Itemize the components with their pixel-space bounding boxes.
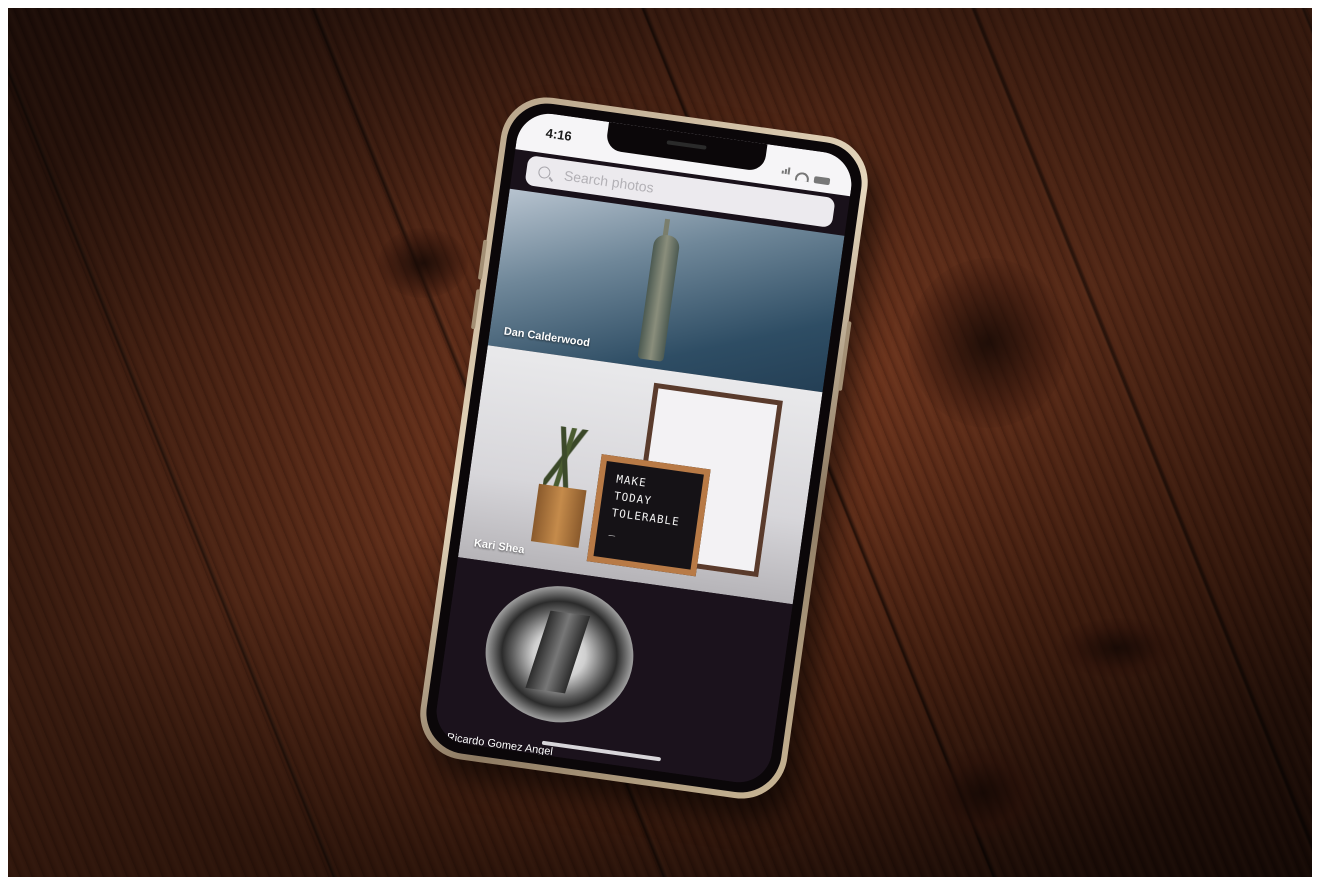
wood-knot [1058,618,1178,678]
phone-screen: 4:16 Search photos Dan Calderwood MAKE T… [432,109,856,787]
letterboard-image: MAKE TODAY TOLERABLE _ [586,454,711,577]
search-icon [537,165,552,180]
status-icons [781,161,832,186]
smartphone: 4:16 Search photos Dan Calderwood MAKE T… [414,91,874,805]
wifi-icon [794,171,810,183]
battery-icon [813,176,831,186]
wood-knot [928,748,1038,838]
volume-button [470,289,481,330]
notch [605,121,768,172]
wood-knot [908,258,1068,428]
photo-credit: Dan Calderwood [503,325,591,350]
volume-button [477,239,488,280]
photo-credit: Ricardo Gomez Angel [445,731,554,759]
statue-of-liberty-image [637,233,681,362]
speaker-grille [666,140,707,150]
wooden-table-background: 4:16 Search photos Dan Calderwood MAKE T… [8,8,1312,877]
status-time: 4:16 [544,125,573,144]
plant-pot-image [530,483,587,548]
photo-credit: Kari Shea [473,537,526,557]
plant-image [542,424,591,494]
phone-bezel: 4:16 Search photos Dan Calderwood MAKE T… [421,98,867,798]
signal-icon [781,161,792,180]
wood-knot [378,228,468,298]
